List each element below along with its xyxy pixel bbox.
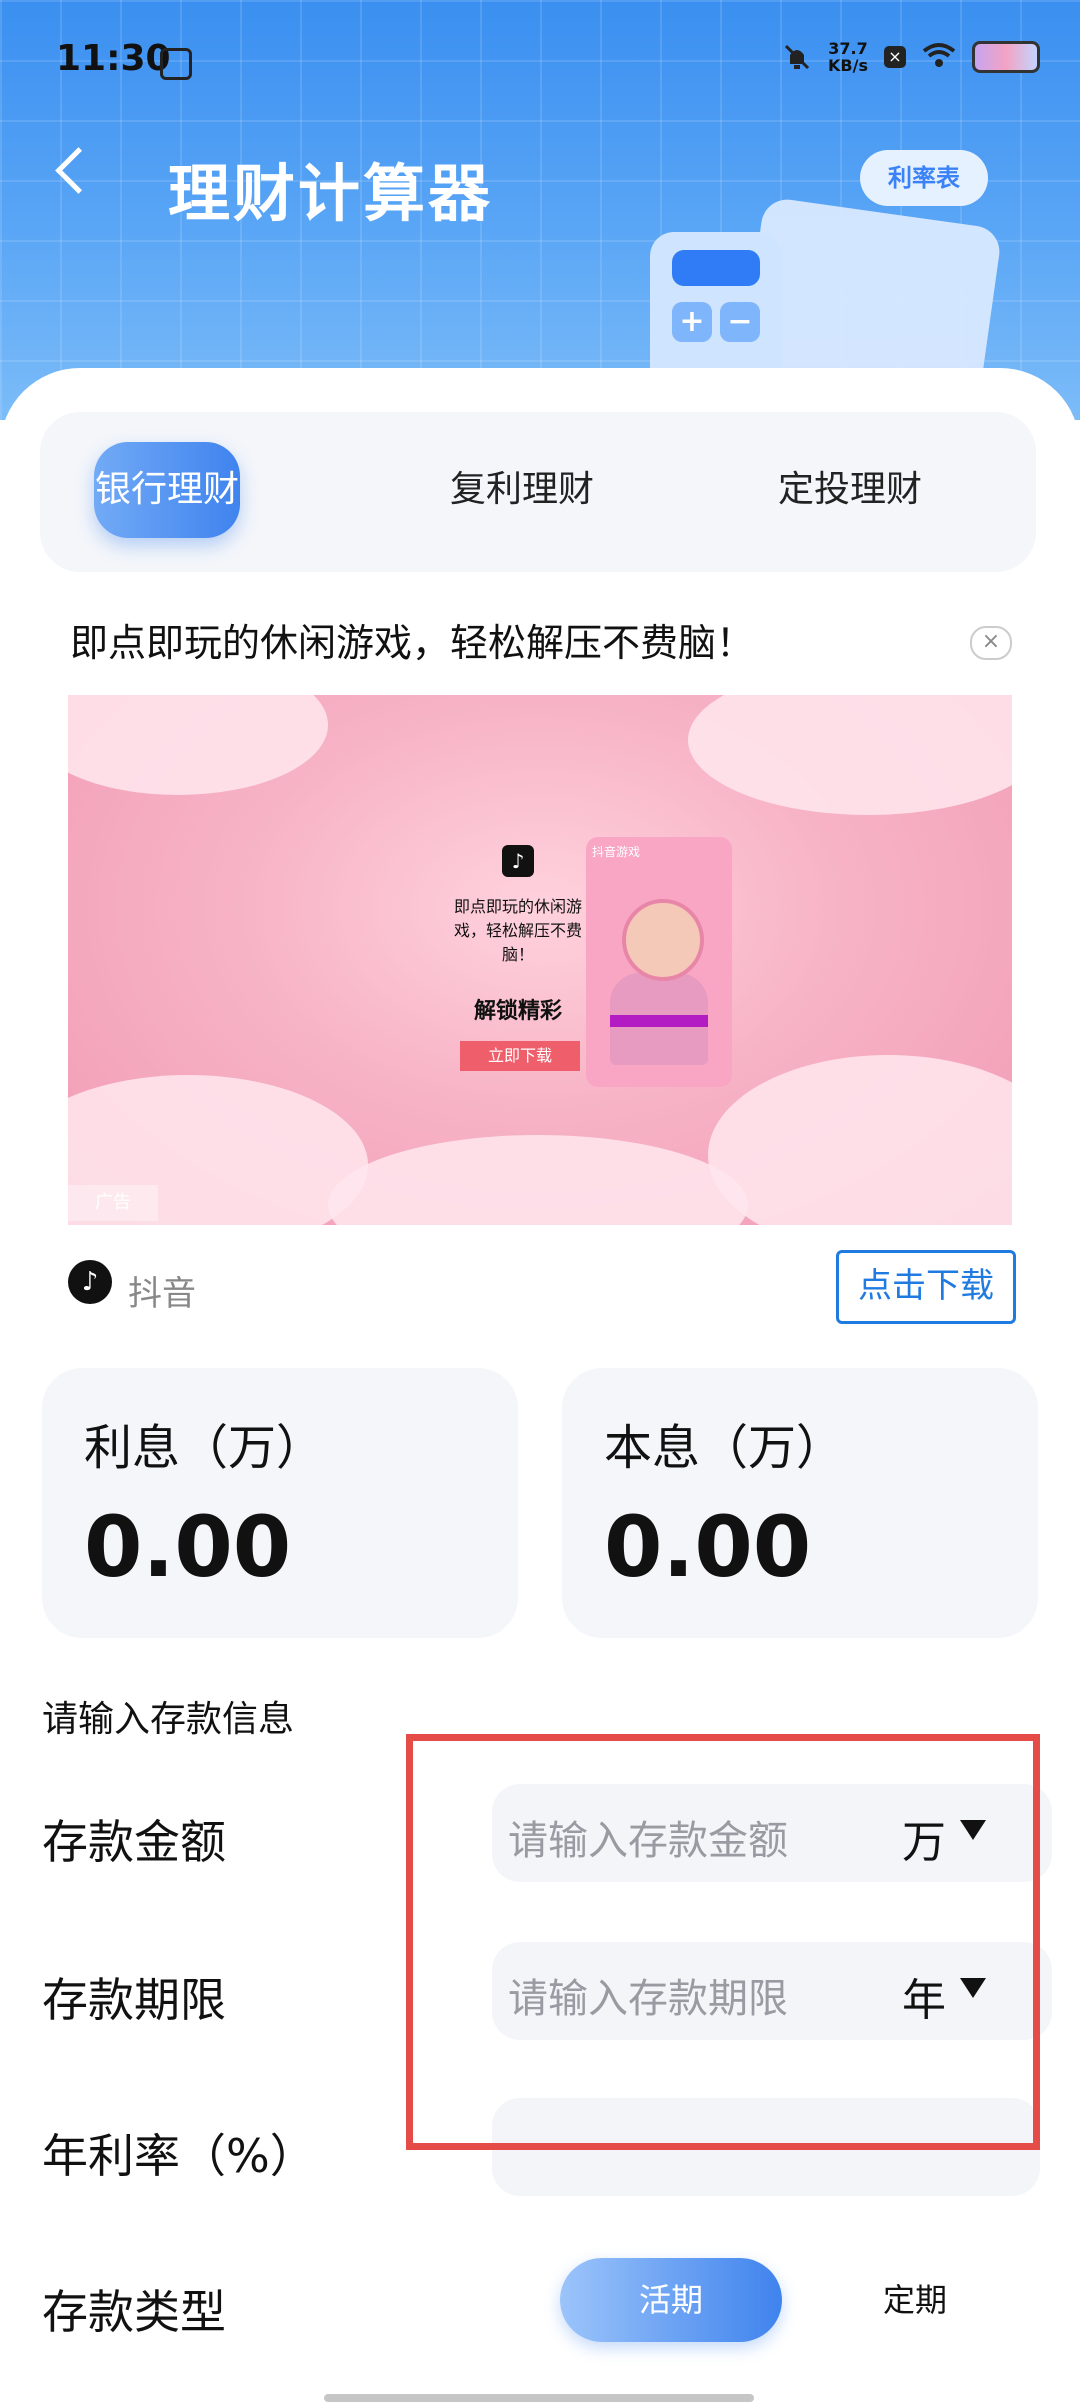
phone-mockup: 抖音游戏 bbox=[586, 837, 732, 1087]
status-icons: 37.7 KB/s × bbox=[782, 40, 1040, 74]
ad-close-icon[interactable]: × bbox=[970, 626, 1012, 660]
home-indicator[interactable] bbox=[324, 2394, 754, 2402]
minus-key-icon: − bbox=[720, 302, 760, 342]
phone-mockup-label: 抖音游戏 bbox=[592, 845, 641, 859]
rate-table-button[interactable]: 利率表 bbox=[860, 150, 988, 206]
douyin-logo-icon: ♪ bbox=[68, 1260, 112, 1304]
tab-bank-finance[interactable]: 银行理财 bbox=[94, 442, 240, 538]
cloud-shape bbox=[328, 1135, 748, 1225]
network-speed-value: 37.7 bbox=[828, 39, 868, 58]
character-head bbox=[622, 899, 704, 981]
mute-bell-icon bbox=[782, 42, 812, 72]
calculator-tabs: 银行理财 复利理财 定投理财 bbox=[40, 412, 1036, 572]
notification-x-icon: × bbox=[884, 46, 906, 68]
ad-tag: 广告 bbox=[68, 1185, 158, 1221]
status-time: 11:30 bbox=[56, 38, 171, 79]
interest-label: 利息（万） bbox=[84, 1420, 325, 1476]
network-speed-unit: KB/s bbox=[828, 56, 868, 75]
network-speed: 37.7 KB/s bbox=[828, 40, 868, 74]
ad-image[interactable]: ♪ 即点即玩的休闲游戏，轻松解压不费脑！ 解锁精彩 立即下载 抖音游戏 广告 bbox=[68, 695, 1012, 1225]
total-value: 0.00 bbox=[604, 1498, 812, 1596]
rate-label: 年利率（%） bbox=[42, 2129, 316, 2183]
deposit-type-fixed[interactable]: 定期 bbox=[840, 2258, 990, 2342]
page-title: 理财计算器 bbox=[168, 157, 494, 230]
sim-card-icon bbox=[160, 48, 192, 80]
ad-download-small-button[interactable]: 立即下载 bbox=[460, 1041, 580, 1071]
ad-image-text: 即点即玩的休闲游戏，轻松解压不费脑！ bbox=[453, 897, 582, 964]
total-label: 本息（万） bbox=[604, 1420, 845, 1476]
plus-key-icon: + bbox=[672, 302, 712, 342]
character-banner bbox=[610, 1015, 708, 1027]
principal-interest-card: 本息（万） 0.00 bbox=[562, 1368, 1038, 1638]
tab-fixed-investment[interactable]: 定投理财 bbox=[760, 442, 940, 538]
amount-label: 存款金额 bbox=[42, 1815, 226, 1869]
status-bar: 11:30 37.7 KB/s × bbox=[0, 0, 1080, 120]
highlight-box bbox=[406, 1734, 1040, 2150]
ad-download-button[interactable]: 点击下载 bbox=[836, 1250, 1016, 1324]
battery-icon bbox=[972, 41, 1040, 73]
tab-compound-interest[interactable]: 复利理财 bbox=[432, 442, 612, 538]
term-label: 存款期限 bbox=[42, 1973, 226, 2027]
ad-unlock-text: 解锁精彩 bbox=[473, 999, 562, 1024]
ad-headline: 即点即玩的休闲游戏，轻松解压不费脑！ bbox=[70, 621, 755, 665]
cloud-shape bbox=[708, 1055, 1012, 1225]
deposit-type-label: 存款类型 bbox=[42, 2285, 226, 2339]
advertiser-name: 抖音 bbox=[128, 1274, 196, 1314]
wifi-icon bbox=[922, 42, 956, 72]
tiktok-logo-icon: ♪ bbox=[502, 845, 534, 877]
cloud-shape bbox=[688, 695, 1012, 815]
interest-card: 利息（万） 0.00 bbox=[42, 1368, 518, 1638]
interest-value: 0.00 bbox=[84, 1498, 292, 1596]
calculator-screen bbox=[672, 250, 760, 286]
deposit-type-demand[interactable]: 活期 bbox=[560, 2258, 782, 2342]
form-section-title: 请输入存款信息 bbox=[42, 1699, 295, 1740]
cloud-shape bbox=[68, 695, 328, 795]
